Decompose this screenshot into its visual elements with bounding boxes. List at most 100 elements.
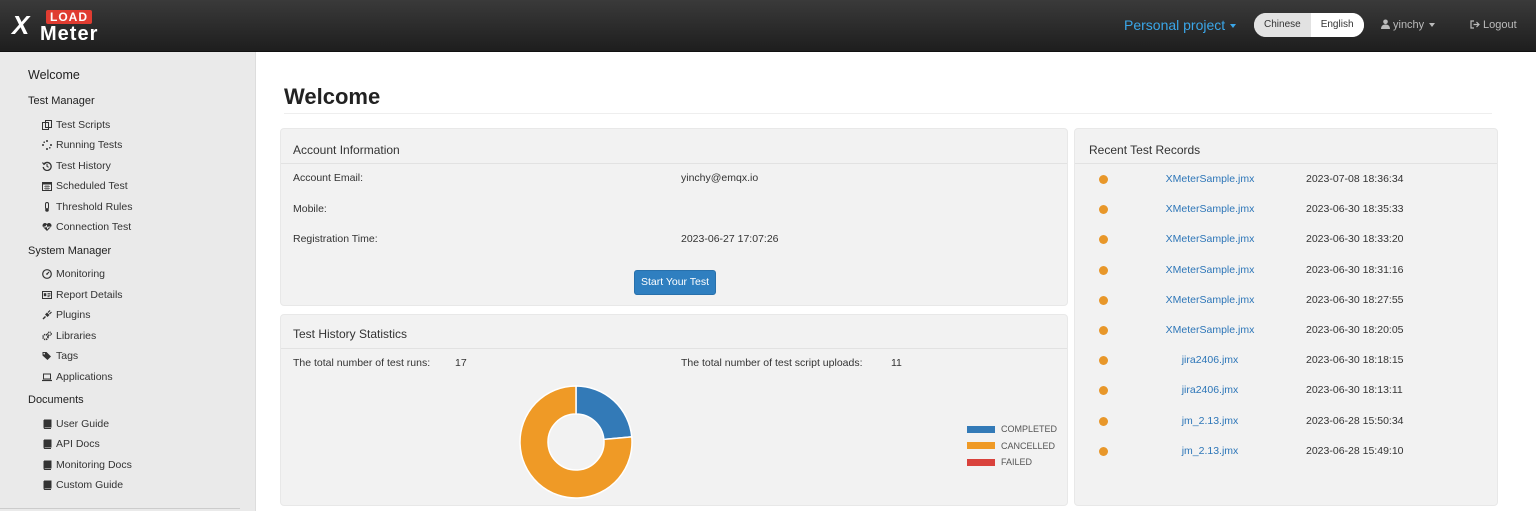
book-icon xyxy=(43,439,52,449)
mobile-label: Mobile: xyxy=(293,203,327,215)
sidebar-item-report-details[interactable]: Report Details xyxy=(42,289,123,301)
record-file-link[interactable]: XMeterSample.jmx xyxy=(1145,264,1275,276)
sidebar-item-custom-guide[interactable]: Custom Guide xyxy=(42,479,123,491)
sidebar-item-plugins[interactable]: Plugins xyxy=(42,309,90,321)
sidebar-item-user-guide[interactable]: User Guide xyxy=(42,418,109,430)
record-time: 2023-06-28 15:50:34 xyxy=(1306,414,1404,427)
sidebar-item-test-scripts[interactable]: Test Scripts xyxy=(42,119,110,131)
book-icon xyxy=(43,480,52,490)
logo-x: X xyxy=(12,10,30,40)
sidebar-item-monitoring[interactable]: Monitoring xyxy=(42,268,105,280)
sidebar-item-api-docs[interactable]: API Docs xyxy=(42,438,100,450)
chevron-down-icon xyxy=(1429,23,1436,28)
donut-slice-completed[interactable] xyxy=(575,385,633,441)
record-row: XMeterSample.jmx 2023-06-30 18:20:05 xyxy=(1075,316,1499,346)
lang-chinese-button[interactable]: Chinese xyxy=(1254,13,1311,37)
sidebar-section-test-manager: Test Manager xyxy=(28,95,95,107)
sidebar-item-monitoring-docs[interactable]: Monitoring Docs xyxy=(42,459,132,471)
status-dot xyxy=(1099,446,1108,456)
record-file-link[interactable]: jira2406.jmx xyxy=(1145,384,1275,396)
chevron-down-icon xyxy=(1230,24,1237,29)
record-row: jira2406.jmx 2023-06-30 18:13:11 xyxy=(1075,376,1499,406)
legend-label: CANCELLED xyxy=(1001,440,1056,451)
sidebar-item-libraries[interactable]: Libraries xyxy=(42,330,96,342)
laptop-icon xyxy=(42,373,52,382)
account-information-panel: Account Information Account Email: yinch… xyxy=(280,128,1068,306)
thermometer-icon xyxy=(45,202,49,212)
sidebar-item-threshold-rules[interactable]: Threshold Rules xyxy=(42,201,132,213)
record-time: 2023-07-08 18:36:34 xyxy=(1306,173,1404,185)
record-file-link[interactable]: XMeterSample.jmx xyxy=(1145,173,1275,185)
book-icon xyxy=(43,460,52,470)
sidebar-item-label: API Docs xyxy=(56,438,100,450)
record-file-link[interactable]: XMeterSample.jmx xyxy=(1145,294,1275,306)
record-row: XMeterSample.jmx 2023-06-30 18:31:16 xyxy=(1075,256,1499,286)
dashboard-icon xyxy=(42,269,52,279)
logout-icon xyxy=(1470,20,1480,29)
sidebar-item-applications[interactable]: Applications xyxy=(42,371,113,383)
legend-item-failed[interactable]: FAILED xyxy=(967,454,1057,471)
logo-load-badge: LOAD xyxy=(46,10,92,24)
logout-label: Logout xyxy=(1483,19,1517,31)
project-dropdown[interactable]: Personal project xyxy=(1124,17,1237,33)
sidebar-section-system-manager: System Manager xyxy=(28,245,112,257)
user-menu[interactable]: yinchy xyxy=(1381,19,1436,31)
account-panel-title: Account Information xyxy=(293,143,400,157)
lang-english-button[interactable]: English xyxy=(1310,13,1364,37)
language-switch: Chinese English xyxy=(1254,13,1364,37)
record-row: jira2406.jmx 2023-06-30 18:18:15 xyxy=(1075,346,1499,376)
sidebar-item-label: Applications xyxy=(56,371,113,383)
legend-item-cancelled[interactable]: CANCELLED xyxy=(967,438,1057,455)
book-icon xyxy=(43,419,52,429)
record-row: XMeterSample.jmx 2023-06-30 18:33:20 xyxy=(1075,225,1499,255)
page-title: Welcome xyxy=(284,84,381,109)
sidebar-item-label: Plugins xyxy=(56,309,91,321)
status-dot xyxy=(1099,416,1108,426)
start-your-test-button[interactable]: Start Your Test xyxy=(634,270,716,295)
sidebar: Welcome Test Manager Test Scripts Runnin… xyxy=(0,52,256,511)
record-file-link[interactable]: XMeterSample.jmx xyxy=(1145,324,1275,336)
sidebar-item-test-history[interactable]: Test History xyxy=(42,160,111,172)
legend-label: FAILED xyxy=(1001,457,1033,468)
record-file-link[interactable]: XMeterSample.jmx xyxy=(1145,233,1275,245)
legend-item-completed[interactable]: COMPLETED xyxy=(967,421,1057,438)
record-row: XMeterSample.jmx 2023-07-08 18:36:34 xyxy=(1075,165,1499,195)
sidebar-item-label: Report Details xyxy=(56,289,123,301)
record-file-link[interactable]: jira2406.jmx xyxy=(1145,354,1275,366)
sidebar-item-connection-test[interactable]: Connection Test xyxy=(42,221,131,233)
spinner-icon xyxy=(42,140,52,150)
sidebar-item-scheduled-test[interactable]: Scheduled Test xyxy=(42,180,128,192)
logout-link[interactable]: Logout xyxy=(1470,19,1517,31)
id-card-icon xyxy=(42,291,52,299)
user-icon xyxy=(1381,19,1390,29)
legend-swatch xyxy=(967,442,995,450)
sidebar-item-running-tests[interactable]: Running Tests xyxy=(42,139,122,151)
title-divider xyxy=(284,113,1492,114)
panel-divider xyxy=(1075,163,1497,164)
record-time: 2023-06-30 18:31:16 xyxy=(1306,263,1404,276)
project-label: Personal project xyxy=(1124,17,1226,33)
sidebar-item-label: Monitoring Docs xyxy=(56,459,132,471)
status-dot xyxy=(1099,205,1108,215)
tags-icon xyxy=(42,352,51,360)
logo-meter: Meter xyxy=(40,23,99,45)
status-donut-chart xyxy=(519,385,633,499)
sidebar-item-label: Test Scripts xyxy=(56,119,111,131)
sidebar-item-label: Tags xyxy=(56,350,79,362)
record-file-link[interactable]: XMeterSample.jmx xyxy=(1145,203,1275,215)
record-row: XMeterSample.jmx 2023-06-30 18:35:33 xyxy=(1075,195,1499,225)
record-row: jm_2.13.jmx 2023-06-28 15:50:34 xyxy=(1075,407,1499,437)
record-file-link[interactable]: jm_2.13.jmx xyxy=(1145,445,1275,457)
status-dot xyxy=(1099,356,1108,366)
record-file-link[interactable]: jm_2.13.jmx xyxy=(1145,415,1275,427)
status-dot xyxy=(1099,326,1108,335)
sidebar-divider xyxy=(0,508,240,509)
test-history-statistics-panel: Test History Statistics The total number… xyxy=(280,314,1068,506)
cogs-icon xyxy=(42,331,52,341)
sidebar-item-label: Monitoring xyxy=(56,268,106,280)
sidebar-item-label: Custom Guide xyxy=(56,479,124,491)
stats-panel-title: Test History Statistics xyxy=(293,327,408,341)
sidebar-welcome[interactable]: Welcome xyxy=(28,68,80,82)
sidebar-item-tags[interactable]: Tags xyxy=(42,350,78,362)
xmeter-logo[interactable]: X LOAD Meter xyxy=(10,8,114,45)
